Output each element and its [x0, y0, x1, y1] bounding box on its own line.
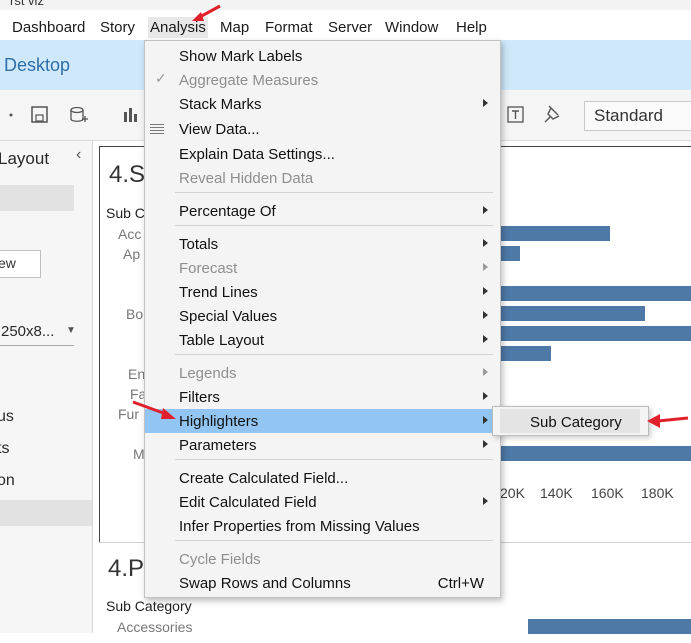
- submenu-arrow-icon: [483, 335, 488, 343]
- pane-button-label: ew: [0, 255, 16, 271]
- menu-item-infer-properties[interactable]: Infer Properties from Missing Values: [145, 514, 500, 538]
- bar-mark: [500, 306, 646, 321]
- pane-button[interactable]: ew: [0, 250, 41, 278]
- data-grid-icon: [150, 124, 164, 134]
- menu-item-legends[interactable]: Legends: [145, 361, 500, 385]
- row-label: Ap: [123, 246, 141, 262]
- chart-icon[interactable]: [121, 104, 143, 126]
- menu-item-cycle-fields[interactable]: Cycle Fields: [145, 547, 500, 571]
- mark-type-value: Standard: [594, 106, 663, 125]
- axis-tick-label: 140K: [540, 485, 573, 501]
- bar-mark: [500, 246, 521, 261]
- chevron-left-icon[interactable]: ‹: [76, 146, 81, 164]
- size-value[interactable]: 250x8...: [1, 323, 54, 340]
- menu-help[interactable]: Help: [454, 17, 489, 38]
- sub-category-header: Sub C: [106, 205, 145, 221]
- menu-item-stack-marks[interactable]: Stack Marks: [145, 92, 500, 116]
- bar-mark: [500, 446, 691, 461]
- submenu-arrow-icon: [483, 392, 488, 400]
- pane-item-3[interactable]: on: [0, 472, 15, 490]
- menu-item-forecast[interactable]: Forecast: [145, 256, 500, 280]
- pane-selection-bar: [0, 185, 74, 211]
- window-title: rst viz: [10, 0, 44, 8]
- mark-type-select[interactable]: Standard: [584, 101, 691, 131]
- bar-mark: [528, 619, 691, 634]
- row-label: Bo: [126, 306, 144, 322]
- menu-separator: [175, 459, 493, 460]
- left-pane: Layout ‹ ew 250x8... ▼ us ts on: [0, 141, 93, 633]
- menu-format[interactable]: Format: [263, 17, 315, 38]
- bar-mark: [500, 346, 552, 361]
- menu-item-totals[interactable]: Totals: [145, 232, 500, 256]
- axis-tick-label: 180K: [641, 485, 674, 501]
- analysis-menu: Show Mark Labels ✓ Aggregate Measures Sta…: [144, 40, 501, 598]
- sub-category-header-2: Sub Category: [106, 598, 192, 614]
- pin-icon[interactable]: [541, 103, 563, 125]
- window-title-bar: rst viz: [0, 0, 691, 10]
- row-label: M: [133, 446, 145, 462]
- submenu-arrow-icon: [483, 239, 488, 247]
- menu-item-percentage-of[interactable]: Percentage Of: [145, 199, 500, 223]
- pane-item-1[interactable]: us: [0, 408, 14, 426]
- submenu-arrow-icon: [483, 368, 488, 376]
- pane-item-2[interactable]: ts: [0, 440, 9, 458]
- submenu-arrow-icon: [483, 263, 488, 271]
- bar-mark: [500, 286, 691, 301]
- menu-separator: [175, 225, 493, 226]
- menu-separator: [175, 192, 493, 193]
- menu-bar: Dashboard Story Analysis Map Format Serv…: [0, 10, 691, 40]
- axis-tick-label: 160K: [591, 485, 624, 501]
- submenu-arrow-icon: [483, 416, 488, 424]
- pane-item-selected: [0, 500, 92, 526]
- bar-mark: [500, 226, 611, 241]
- menu-item-explain-data-settings[interactable]: Explain Data Settings...: [145, 142, 500, 166]
- menu-item-parameters[interactable]: Parameters: [145, 433, 500, 457]
- annotation-arrow-icon: [647, 414, 689, 428]
- checkmark-icon: ✓: [155, 70, 167, 86]
- menu-item-reveal-hidden-data[interactable]: Reveal Hidden Data: [145, 166, 500, 190]
- menu-item-edit-calculated-field[interactable]: Edit Calculated Field: [145, 490, 500, 514]
- menu-dashboard[interactable]: Dashboard: [10, 17, 87, 38]
- annotation-arrow-icon: [192, 4, 221, 21]
- menu-item-filters[interactable]: Filters: [145, 385, 500, 409]
- layout-tab[interactable]: Layout: [0, 149, 49, 169]
- menu-item-trend-lines[interactable]: Trend Lines: [145, 280, 500, 304]
- submenu-arrow-icon: [483, 440, 488, 448]
- menu-item-special-values[interactable]: Special Values: [145, 304, 500, 328]
- submenu-arrow-icon: [483, 287, 488, 295]
- menu-item-highlighters[interactable]: Highlighters: [145, 409, 500, 433]
- menu-item-view-data[interactable]: View Data...: [145, 117, 500, 141]
- shortcut-label: Ctrl+W: [437, 575, 484, 592]
- menu-item-create-calculated-field[interactable]: Create Calculated Field...: [145, 466, 500, 490]
- menu-server[interactable]: Server: [326, 17, 374, 38]
- chevron-down-icon[interactable]: ▼: [66, 325, 76, 336]
- annotation-arrow-icon: [132, 400, 176, 419]
- save-icon[interactable]: [29, 104, 51, 126]
- menu-item-swap-rows-columns[interactable]: Swap Rows and Columns Ctrl+W: [145, 571, 500, 595]
- menu-item-aggregate-measures[interactable]: ✓ Aggregate Measures: [145, 68, 500, 92]
- bar-mark: [500, 326, 691, 341]
- menu-item-show-mark-labels[interactable]: Show Mark Labels: [145, 44, 500, 68]
- menu-window[interactable]: Window: [383, 17, 440, 38]
- toolbar-overflow-icon[interactable]: [2, 104, 16, 126]
- submenu-item-label: Sub Category: [530, 414, 622, 431]
- text-label-icon[interactable]: [505, 104, 527, 126]
- app-title: Desktop: [4, 55, 71, 75]
- menu-separator: [175, 540, 493, 541]
- menu-separator: [175, 354, 493, 355]
- size-underline: [0, 345, 74, 346]
- sheet-title-1: 4.S: [109, 161, 146, 188]
- submenu-arrow-icon: [483, 497, 488, 505]
- row-label: Acc: [118, 226, 142, 242]
- submenu-arrow-icon: [483, 206, 488, 214]
- highlighters-submenu: Sub Category: [492, 406, 649, 436]
- row-label: En: [128, 366, 146, 382]
- new-data-source-icon[interactable]: [67, 104, 89, 126]
- menu-story[interactable]: Story: [98, 17, 137, 38]
- menu-item-table-layout[interactable]: Table Layout: [145, 328, 500, 352]
- submenu-arrow-icon: [483, 311, 488, 319]
- sheet-title-2: 4.P: [108, 555, 145, 582]
- axis-tick-label: 20K: [500, 485, 525, 501]
- submenu-arrow-icon: [483, 99, 488, 107]
